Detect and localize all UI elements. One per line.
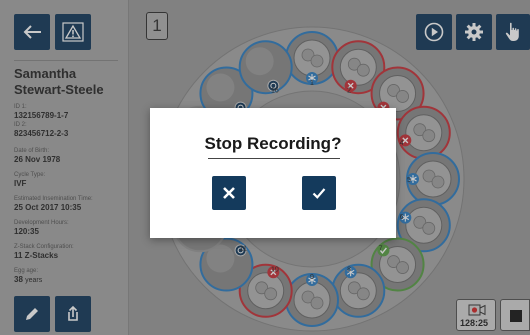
x-icon xyxy=(223,187,235,199)
dialog-divider xyxy=(208,158,340,159)
confirm-button[interactable] xyxy=(302,176,336,210)
check-icon xyxy=(312,188,326,199)
cancel-button[interactable] xyxy=(212,176,246,210)
dialog-title: Stop Recording? xyxy=(204,134,342,153)
stop-recording-dialog: Stop Recording? xyxy=(150,108,396,238)
